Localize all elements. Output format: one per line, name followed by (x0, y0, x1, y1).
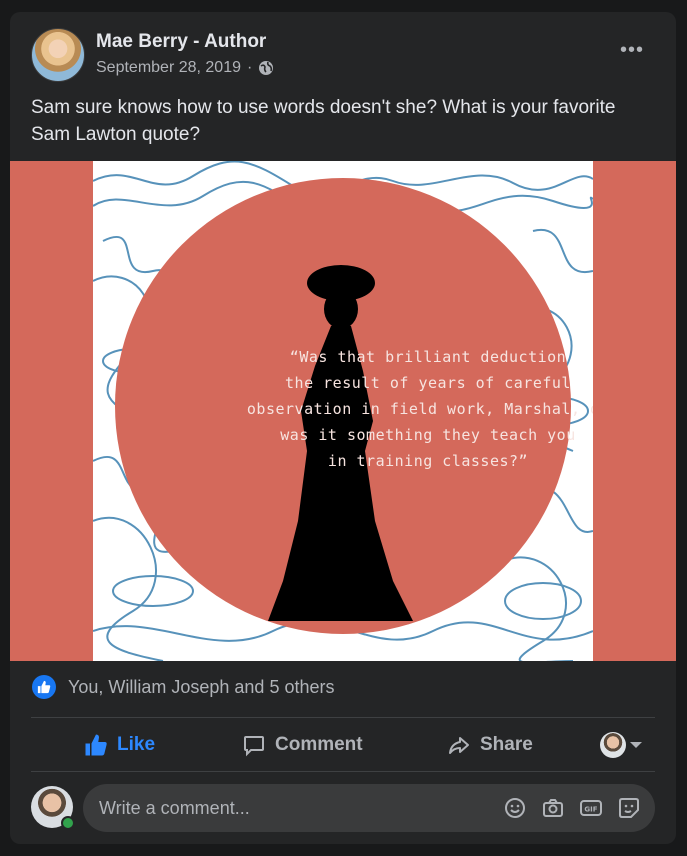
post-text: Sam sure knows how to use words doesn't … (31, 97, 616, 145)
globe-icon[interactable] (258, 60, 274, 76)
scribble-background: “Was that brilliant deduction the result… (93, 161, 593, 661)
online-status-indicator (61, 816, 75, 830)
sticker-icon[interactable] (617, 796, 641, 820)
share-label: Share (480, 734, 533, 755)
divider (31, 717, 655, 718)
like-icon (85, 734, 107, 756)
composer-tools: GIF (503, 796, 641, 820)
share-icon (449, 737, 469, 754)
share-button[interactable]: Share (447, 720, 533, 770)
like-reaction-icon (32, 675, 56, 699)
more-options-icon[interactable]: ••• (620, 40, 644, 60)
chevron-down-icon (630, 742, 642, 748)
reaction-audience-selector[interactable] (600, 732, 642, 758)
comment-button[interactable]: Comment (242, 720, 363, 770)
post-image[interactable]: “Was that brilliant deduction the result… (10, 161, 676, 661)
user-avatar (600, 732, 626, 758)
post-meta: September 28, 2019 · (96, 59, 274, 77)
post-header: Mae Berry - Author September 28, 2019 · … (10, 12, 676, 92)
gif-icon[interactable]: GIF (579, 796, 603, 820)
like-button[interactable]: Like (84, 720, 155, 770)
comment-composer: GIF (31, 784, 655, 832)
meta-separator: · (247, 59, 253, 76)
quote-text: “Was that brilliant deduction the result… (246, 348, 593, 470)
reactions-summary[interactable]: You, William Joseph and 5 others (32, 675, 334, 699)
like-label: Like (117, 734, 156, 755)
author-avatar[interactable] (31, 28, 85, 82)
emoji-icon[interactable] (503, 796, 527, 820)
reactions-text[interactable]: You, William Joseph and 5 others (68, 677, 334, 698)
comment-icon (244, 736, 264, 757)
post-date[interactable]: September 28, 2019 (96, 59, 241, 77)
divider (31, 771, 655, 772)
comment-label: Comment (275, 734, 363, 755)
action-bar: Like Comment Share (10, 720, 676, 770)
svg-text:GIF: GIF (584, 806, 597, 814)
camera-icon[interactable] (541, 796, 565, 820)
post-card: Mae Berry - Author September 28, 2019 · … (10, 12, 676, 844)
author-name[interactable]: Mae Berry - Author (96, 31, 266, 53)
